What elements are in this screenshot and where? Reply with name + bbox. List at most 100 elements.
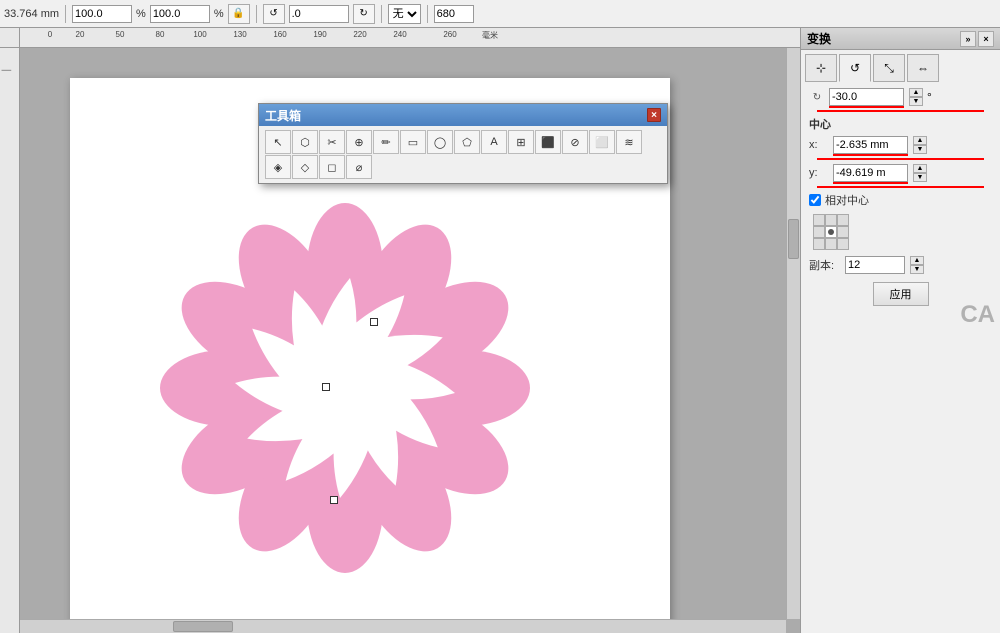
crop-tool-btn[interactable]: ✂ bbox=[319, 130, 345, 154]
eyedropper-tool-btn[interactable]: ⊘ bbox=[562, 130, 588, 154]
cy-red-line bbox=[817, 186, 984, 188]
toolbox-title: 工具箱 bbox=[265, 107, 301, 124]
angle-spinner: ▲ ▼ bbox=[909, 88, 923, 106]
center-dot-br[interactable] bbox=[837, 238, 849, 250]
center-dot-tc[interactable] bbox=[825, 214, 837, 226]
center-y-down-btn[interactable]: ▼ bbox=[913, 173, 927, 182]
angle-row: ↻ ▲ ▼ ° bbox=[809, 88, 992, 106]
mirror-tab[interactable]: ⇔ bbox=[907, 54, 939, 82]
height-input[interactable] bbox=[150, 5, 210, 23]
center-x-up-btn[interactable]: ▲ bbox=[913, 136, 927, 145]
ruler-tick-220: 220 bbox=[353, 30, 366, 39]
canvas-scrollbar-h[interactable] bbox=[20, 619, 786, 633]
table-tool-btn[interactable]: ⊞ bbox=[508, 130, 534, 154]
extrude-tool-btn[interactable]: ◻ bbox=[319, 155, 345, 179]
ruler-tick-240: 240 bbox=[393, 30, 406, 39]
copies-down-btn[interactable]: ▼ bbox=[910, 265, 924, 274]
panel-header-icons: » × bbox=[960, 31, 994, 47]
ruler-corner bbox=[0, 28, 20, 48]
rotation-tab[interactable]: ↺ bbox=[839, 54, 871, 82]
center-x-down-btn[interactable]: ▼ bbox=[913, 145, 927, 154]
text-tool-btn[interactable]: A bbox=[481, 130, 507, 154]
copies-up-btn[interactable]: ▲ bbox=[910, 256, 924, 265]
panel-close-btn[interactable]: × bbox=[978, 31, 994, 47]
toolbox-dialog: 工具箱 × ↖ ⬡ ✂ ⊕ ✏ ▭ ◯ ⬠ A ⊞ ⬛ ⊘ ⬜ ≋ ◈ ◇ ◻ … bbox=[258, 103, 668, 184]
position-tab[interactable]: ⊹ bbox=[805, 54, 837, 82]
polygon-tool-btn[interactable]: ⬠ bbox=[454, 130, 480, 154]
relative-center-checkbox[interactable] bbox=[809, 194, 821, 206]
percent2: % bbox=[214, 8, 224, 20]
ruler-tick-100: 100 bbox=[193, 30, 206, 39]
copies-input[interactable] bbox=[845, 256, 905, 274]
ruler-tick-130: 130 bbox=[233, 30, 246, 39]
ruler-vertical: │ bbox=[0, 48, 20, 633]
width-input[interactable] bbox=[72, 5, 132, 23]
selection-handle-center[interactable] bbox=[330, 496, 338, 504]
canvas-scrollbar-v[interactable] bbox=[786, 48, 800, 619]
center-grid[interactable] bbox=[813, 214, 849, 250]
angle-input[interactable] bbox=[829, 88, 904, 106]
selection-handle-center-right[interactable] bbox=[322, 383, 330, 391]
relative-center-label: 相对中心 bbox=[825, 192, 869, 208]
rectangle-tool-btn[interactable]: ▭ bbox=[400, 130, 426, 154]
panel-tabs: ⊹ ↺ ⤡ ⇔ bbox=[801, 50, 1000, 82]
center-dot-tl[interactable] bbox=[813, 214, 825, 226]
fill-tool-btn[interactable]: ⬛ bbox=[535, 130, 561, 154]
select-tool-btn[interactable]: ↖ bbox=[265, 130, 291, 154]
apply-btn[interactable]: 应用 bbox=[873, 282, 929, 306]
copies-label: 副本: bbox=[809, 257, 841, 273]
center-x-input[interactable] bbox=[833, 136, 908, 154]
coord-x-label: 33.764 mm bbox=[4, 8, 59, 20]
center-x-input-wrapper bbox=[833, 136, 908, 154]
copies-row: 副本: ▲ ▼ bbox=[809, 256, 992, 274]
lock-btn[interactable]: 🔒 bbox=[228, 4, 250, 24]
ruler-tick-80: 80 bbox=[156, 30, 165, 39]
rotation-input[interactable] bbox=[289, 5, 349, 23]
angle-up-btn[interactable]: ▲ bbox=[909, 88, 923, 97]
freehand-tool-btn[interactable]: ✏ bbox=[373, 130, 399, 154]
center-y-up-btn[interactable]: ▲ bbox=[913, 164, 927, 173]
angle-icon: ↻ bbox=[809, 89, 825, 105]
panel-content: ↻ ▲ ▼ ° 中心 x: ▲ ▼ y: bbox=[801, 82, 1000, 320]
zoom-tool-btn[interactable]: ⊕ bbox=[346, 130, 372, 154]
zoom-input[interactable] bbox=[434, 5, 474, 23]
scrollbar-thumb-h[interactable] bbox=[173, 621, 233, 632]
panel-icon-1[interactable]: » bbox=[960, 31, 976, 47]
rotate-left-btn[interactable]: ↺ bbox=[263, 4, 285, 24]
center-y-input[interactable] bbox=[833, 164, 908, 182]
panel-title: 变换 bbox=[807, 30, 831, 47]
shadow-tool-btn[interactable]: ◈ bbox=[265, 155, 291, 179]
center-dot-bc[interactable] bbox=[825, 238, 837, 250]
node-tool-btn[interactable]: ⬡ bbox=[292, 130, 318, 154]
center-y-row: y: ▲ ▼ bbox=[809, 164, 992, 182]
connector-tool-btn[interactable]: ⌀ bbox=[346, 155, 372, 179]
blend-tool-btn[interactable]: ≋ bbox=[616, 130, 642, 154]
envelope-tool-btn[interactable]: ◇ bbox=[292, 155, 318, 179]
scrollbar-thumb-v[interactable] bbox=[788, 219, 799, 259]
angle-down-btn[interactable]: ▼ bbox=[909, 97, 923, 106]
ellipse-tool-btn[interactable]: ◯ bbox=[427, 130, 453, 154]
ruler-tick-50: 50 bbox=[116, 30, 125, 39]
ruler-tick-20: 20 bbox=[76, 30, 85, 39]
scale-tab[interactable]: ⤡ bbox=[873, 54, 905, 82]
paint-tool-btn[interactable]: ⬜ bbox=[589, 130, 615, 154]
selection-handle-right[interactable] bbox=[370, 318, 378, 326]
right-panel: 变换 » × ⊹ ↺ ⤡ ⇔ ↻ ▲ ▼ ° 中心 x: bbox=[800, 28, 1000, 633]
center-dot-bl[interactable] bbox=[813, 238, 825, 250]
panel-header: 变换 » × bbox=[801, 28, 1000, 50]
center-dot-inner bbox=[828, 229, 834, 235]
ruler-tick-260: 260 bbox=[443, 30, 456, 39]
mirror-select[interactable]: 无 bbox=[388, 4, 421, 24]
toolbox-body: ↖ ⬡ ✂ ⊕ ✏ ▭ ◯ ⬠ A ⊞ ⬛ ⊘ ⬜ ≋ ◈ ◇ ◻ ⌀ bbox=[259, 126, 667, 183]
center-dot-ml[interactable] bbox=[813, 226, 825, 238]
sep2 bbox=[256, 5, 257, 23]
toolbox-titlebar[interactable]: 工具箱 × bbox=[259, 104, 667, 126]
cx-red-line bbox=[817, 158, 984, 160]
sep3 bbox=[381, 5, 382, 23]
center-dot-tr[interactable] bbox=[837, 214, 849, 226]
center-dot-mc[interactable] bbox=[825, 226, 837, 238]
toolbox-close-btn[interactable]: × bbox=[647, 108, 661, 122]
rotate-right-btn[interactable]: ↻ bbox=[353, 4, 375, 24]
center-dot-mr[interactable] bbox=[837, 226, 849, 238]
percent1: % bbox=[136, 8, 146, 20]
